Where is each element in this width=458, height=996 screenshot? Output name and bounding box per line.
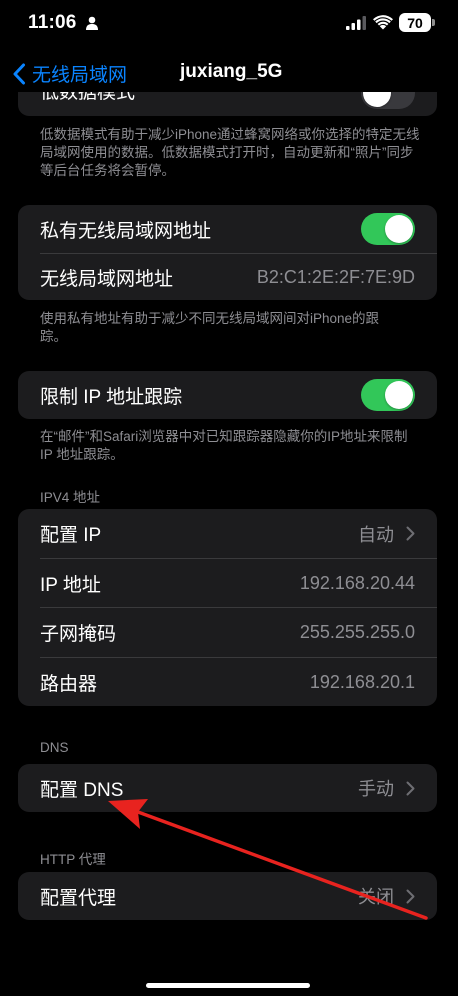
wifi-address-row: 无线局域网地址 B2:C1:2E:2F:7E:9D	[40, 254, 415, 300]
subnet-mask-row: 子网掩码 255.255.255.0	[40, 608, 415, 657]
configure-dns-row[interactable]: 配置 DNS 手动	[40, 764, 415, 812]
configure-proxy-value: 关闭	[358, 887, 394, 907]
limit-tracking-label: 限制 IP 地址跟踪	[40, 386, 183, 408]
private-address-row[interactable]: 私有无线局域网地址	[40, 205, 415, 253]
page-title-top: juxiang_5G	[180, 61, 283, 82]
ip-address-label: IP 地址	[40, 574, 101, 596]
person-icon	[86, 16, 98, 30]
battery-level: 70	[399, 13, 431, 32]
private-address-toggle[interactable]	[361, 213, 415, 245]
ip-address-row: IP 地址 192.168.20.44	[40, 559, 415, 607]
battery-tip	[432, 19, 435, 26]
limit-tracking-toggle[interactable]	[361, 379, 415, 411]
router-label: 路由器	[40, 673, 98, 695]
limit-tracking-footnote: 在“邮件”和Safari浏览器中对已知跟踪器隐藏你的IP地址来限制 IP 地址跟…	[40, 429, 408, 462]
ipv4-card: 配置 IP 自动 IP 地址 192.168.20.44 子网掩码 255.25…	[18, 509, 437, 706]
chevron-right-icon	[406, 889, 415, 903]
dns-header: DNS	[40, 740, 69, 755]
subnet-mask-value: 255.255.255.0	[299, 622, 415, 642]
back-label-top: 无线局域网	[32, 65, 128, 86]
http-proxy-header: HTTP 代理	[40, 852, 106, 867]
configure-dns-label: 配置 DNS	[40, 779, 124, 801]
configure-ip-label: 配置 IP	[40, 525, 102, 546]
configure-proxy-row[interactable]: 配置代理 关闭	[40, 872, 415, 920]
chevron-right-icon	[406, 526, 415, 541]
limit-tracking-row[interactable]: 限制 IP 地址跟踪	[40, 371, 415, 419]
low-data-footnote: 低数据模式有助于减少iPhone通过蜂窝网络或你选择的特定无线局域网使用的数据。…	[40, 127, 420, 178]
wifi-address-label: 无线局域网地址	[40, 268, 174, 290]
chevron-right-icon	[406, 781, 415, 795]
private-address-footnote: 使用私有地址有助于减少不同无线局域网间对iPhone的跟踪。	[40, 311, 380, 344]
ip-address-value: 192.168.20.44	[299, 572, 415, 593]
limit-tracking-card: 限制 IP 地址跟踪	[18, 371, 437, 419]
back-button-top[interactable]: 无线局域网	[12, 60, 127, 87]
router-row: 路由器 192.168.20.1	[40, 658, 415, 706]
wifi-address-value: B2:C1:2E:2F:7E:9D	[256, 266, 415, 287]
configure-ip-value: 自动	[358, 524, 394, 545]
configure-proxy-label: 配置代理	[40, 887, 117, 909]
dns-card: 配置 DNS 手动	[18, 764, 437, 812]
http-proxy-card: 配置代理 关闭	[18, 872, 437, 920]
configure-dns-value: 手动	[358, 779, 394, 799]
configure-ip-row[interactable]: 配置 IP 自动	[40, 509, 415, 558]
wifi-icon	[373, 15, 393, 30]
private-address-card: 私有无线局域网地址 无线局域网地址 B2:C1:2E:2F:7E:9D	[18, 205, 437, 300]
cellular-signal-icon	[346, 16, 366, 30]
chevron-left-icon	[13, 63, 25, 84]
home-indicator	[146, 983, 310, 988]
router-value: 192.168.20.1	[309, 671, 415, 692]
status-time: 11:06	[28, 12, 77, 33]
private-address-label: 私有无线局域网地址	[40, 220, 212, 242]
ipv4-header: IPV4 地址	[40, 490, 101, 505]
subnet-mask-label: 子网掩码	[40, 624, 117, 645]
